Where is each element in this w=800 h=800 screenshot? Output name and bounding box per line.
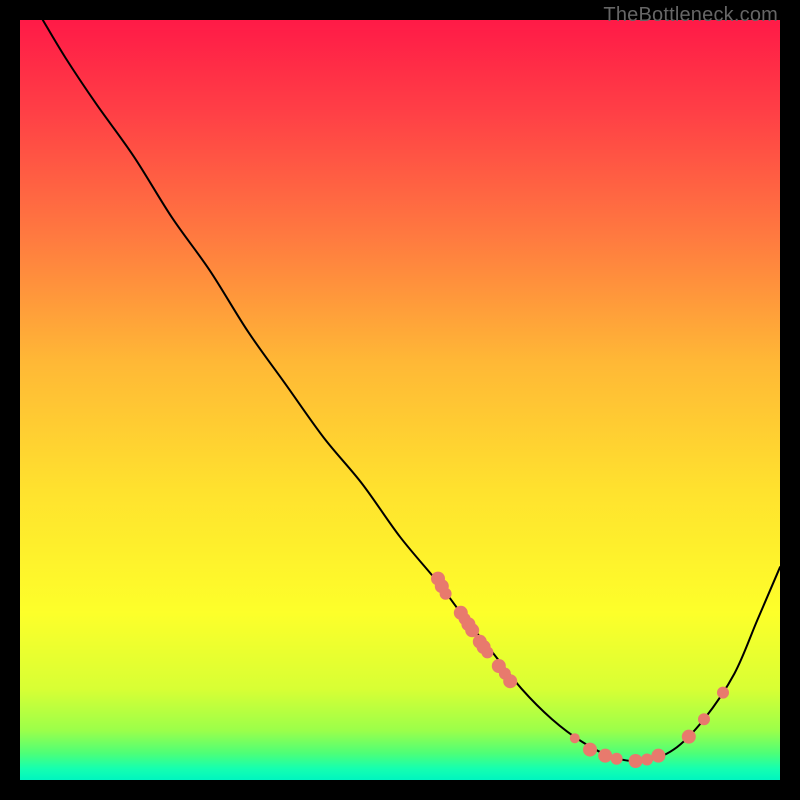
data-point (717, 687, 729, 699)
data-point (698, 713, 710, 725)
data-point (682, 730, 696, 744)
data-point (629, 754, 643, 768)
data-point (583, 743, 597, 757)
data-point (481, 646, 493, 658)
watermark-text: TheBottleneck.com (603, 4, 778, 27)
data-point (641, 753, 653, 765)
chart-svg (20, 20, 780, 780)
data-point (570, 733, 580, 743)
data-point (440, 588, 452, 600)
data-point (651, 749, 665, 763)
plot-area (20, 20, 780, 780)
data-point (611, 753, 623, 765)
data-point (598, 749, 612, 763)
data-point (465, 623, 479, 637)
chart-container: TheBottleneck.com (0, 0, 800, 800)
data-point (503, 674, 517, 688)
bottleneck-curve (43, 20, 780, 761)
data-points-group (431, 572, 729, 768)
